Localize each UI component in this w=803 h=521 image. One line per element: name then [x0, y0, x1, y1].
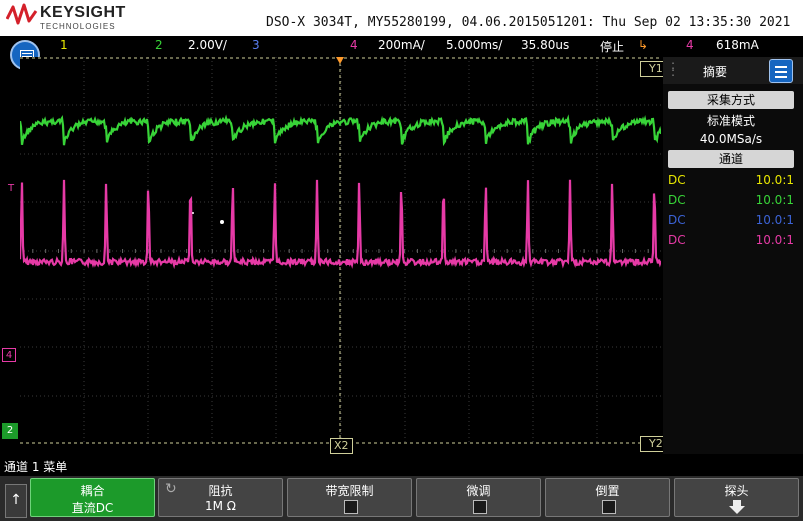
waveform-display[interactable] — [20, 57, 661, 444]
channel-button[interactable]: 通道 — [668, 150, 794, 168]
menu-up-button[interactable]: ↑ — [5, 484, 27, 518]
menu-title: 通道 1 菜单 — [4, 460, 68, 474]
ch2-ground-marker[interactable]: 2 — [2, 423, 18, 439]
keysight-logo: KEYSIGHT TECHNOLOGIES — [5, 3, 125, 31]
probe-softkey[interactable]: 探头 — [674, 478, 799, 517]
timebase-scale: 5.000ms/ — [446, 38, 503, 52]
trigger-channel: 4 — [686, 38, 694, 52]
ch2-indicator[interactable]: 2 — [155, 38, 163, 52]
keysight-wave-icon — [5, 3, 38, 25]
bandwidth-limit-softkey[interactable]: 带宽限制 — [287, 478, 412, 517]
channel-bar: 1 2 2.00V/ 3 4 200mA/ 5.000ms/ 35.80us 停… — [0, 36, 803, 56]
title-bar: KEYSIGHT TECHNOLOGIES DSO-X 3034T, MY552… — [0, 0, 803, 36]
sample-rate: 40.0MSa/s — [699, 132, 763, 146]
bandwidth-limit-checkbox[interactable] — [343, 500, 358, 514]
run-state[interactable]: 停止 — [600, 38, 624, 55]
ch2-scale: 2.00V/ — [188, 38, 227, 52]
cursor-x2-label[interactable]: X2 — [330, 438, 353, 454]
ch1-indicator[interactable]: 1 — [60, 38, 68, 52]
menu-status-line: 通道 1 菜单 — [0, 456, 803, 476]
submenu-arrow-icon — [727, 499, 747, 514]
brand-name: KEYSIGHT — [40, 4, 126, 21]
vernier-checkbox[interactable] — [472, 500, 487, 514]
ch4-indicator[interactable]: 4 — [350, 38, 358, 52]
vernier-softkey[interactable]: 微调 — [416, 478, 541, 517]
trigger-edge-icon: ↳ — [638, 38, 649, 52]
ch4-scale: 200mA/ — [378, 38, 425, 52]
panel-menu-icon[interactable] — [769, 59, 793, 83]
brand-subtitle: TECHNOLOGIES — [40, 22, 116, 31]
invert-checkbox[interactable] — [601, 500, 616, 514]
trigger-level: 618mA — [716, 38, 759, 52]
acquisition-button[interactable]: 采集方式 — [668, 91, 794, 109]
summary-panel: :: 摘要 采集方式 标准模式 40.0MSa/s 通道 DC 10.0:1 DC… — [663, 57, 803, 454]
drag-handle-icon[interactable]: :: — [671, 59, 675, 78]
summary-title: 摘要 — [703, 65, 728, 79]
trigger-level-marker[interactable]: T — [8, 183, 14, 194]
acquisition-mode: 标准模式 — [706, 114, 755, 128]
cursor-dot — [192, 212, 194, 214]
impedance-softkey[interactable]: ↻ 阻抗 1M Ω — [158, 478, 283, 517]
instrument-title: DSO-X 3034T, MY55280199, 04.06.201505120… — [266, 15, 791, 30]
cursor-dot — [220, 220, 224, 224]
ch4-ground-marker[interactable]: 4 — [2, 348, 16, 362]
softkey-bar: 耦合 直流DC ↻ 阻抗 1M Ω 带宽限制 微调 倒置 探头 — [0, 476, 803, 521]
ch3-indicator[interactable]: 3 — [252, 38, 260, 52]
summary-header: :: 摘要 — [663, 57, 803, 84]
time-delay: 35.80us — [521, 38, 570, 52]
coupling-softkey[interactable]: 耦合 直流DC — [30, 478, 155, 517]
invert-softkey[interactable]: 倒置 — [545, 478, 670, 517]
